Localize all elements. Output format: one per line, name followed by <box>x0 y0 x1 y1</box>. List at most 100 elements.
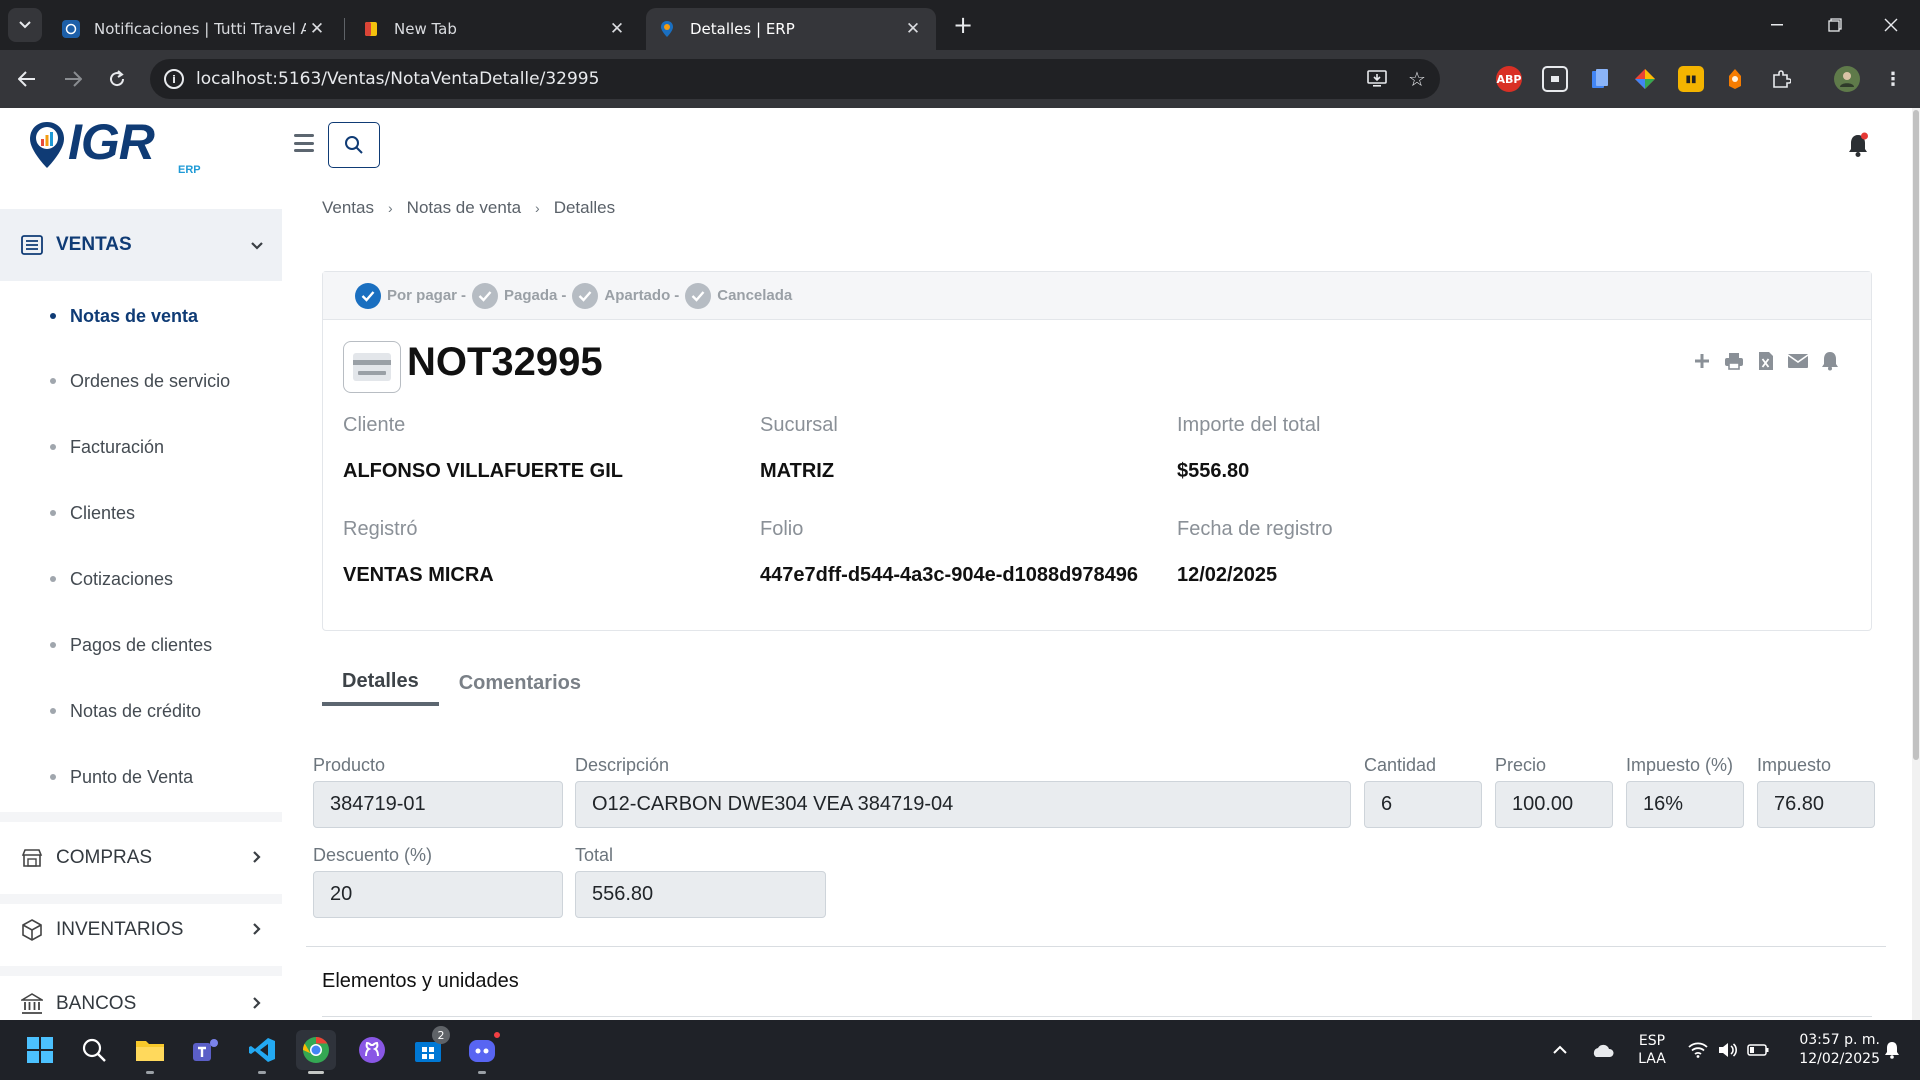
check-circle-icon <box>472 282 499 309</box>
volume-icon[interactable] <box>1714 1020 1742 1080</box>
breadcrumb: Ventas › Notas de venta › Detalles <box>322 198 615 218</box>
battery-icon[interactable] <box>1744 1020 1772 1080</box>
print-icon[interactable] <box>1723 350 1745 372</box>
sidebar-item-label: Facturación <box>70 436 165 457</box>
status-step-label: Apartado <box>604 287 671 304</box>
igr-favicon <box>658 20 676 38</box>
clock-time: 03:57 p. m. <box>1799 1032 1880 1048</box>
close-tab-icon[interactable]: ✕ <box>306 18 328 40</box>
bookmark-star-icon[interactable]: ☆ <box>1400 62 1434 96</box>
install-app-icon[interactable] <box>1360 62 1394 96</box>
forward-button[interactable] <box>56 62 90 96</box>
minimize-button[interactable] <box>1748 0 1806 50</box>
profile-avatar[interactable] <box>1834 66 1860 92</box>
store-icon[interactable]: 2 <box>408 1026 450 1070</box>
plus-icon[interactable] <box>1691 350 1713 372</box>
sidebar-section-compras[interactable]: COMPRAS <box>0 822 282 894</box>
restore-button[interactable] <box>1806 0 1864 50</box>
sidebar-section-bancos[interactable]: BANCOS <box>0 968 282 1020</box>
excel-icon[interactable] <box>1755 350 1777 372</box>
tab-comentarios[interactable]: Comentarios <box>439 660 601 706</box>
browser-tab-detalles[interactable]: Detalles | ERP ✕ <box>646 8 936 50</box>
bell-icon[interactable] <box>1819 350 1841 372</box>
new-tab-button[interactable]: + <box>948 10 978 40</box>
clock[interactable]: 03:57 p. m. 12/02/2025 <box>1780 1020 1880 1080</box>
show-hidden-icons[interactable] <box>1540 1020 1580 1080</box>
browser-tab-new-tab[interactable]: New Tab ✕ <box>350 8 640 50</box>
extension-icon[interactable]: ▮▮ <box>1678 66 1704 92</box>
impuesto-pct-field[interactable]: 16% <box>1626 781 1744 828</box>
app-header: IGR ERP <box>0 108 1920 180</box>
registro-label: Registró <box>343 518 418 540</box>
close-tab-icon[interactable]: ✕ <box>902 18 924 40</box>
sidebar-item-label: Notas de venta <box>70 305 199 326</box>
descuento-label: Descuento (%) <box>313 845 433 865</box>
close-tab-icon[interactable]: ✕ <box>606 18 628 40</box>
teams-icon[interactable] <box>186 1030 226 1070</box>
close-window-button[interactable] <box>1862 0 1920 50</box>
menu-toggle-icon[interactable] <box>294 134 314 152</box>
tab-title: Detalles | ERP <box>690 20 795 38</box>
search-button[interactable] <box>328 122 380 168</box>
chevron-down-icon <box>242 236 272 255</box>
notifications-bell-icon[interactable] <box>1846 132 1870 158</box>
scrollbar-thumb[interactable] <box>1913 110 1919 760</box>
sidebar-item-label: Notas de crédito <box>70 700 202 721</box>
sidebar-item-cotizaciones[interactable]: Cotizaciones <box>50 564 173 594</box>
bullet <box>50 774 56 780</box>
windows-start-icon[interactable] <box>20 1030 60 1070</box>
notification-center-icon[interactable] <box>1874 1020 1910 1080</box>
sidebar-item-facturacion[interactable]: Facturación <box>50 432 164 462</box>
impuesto-field[interactable]: 76.80 <box>1757 781 1875 828</box>
url-text[interactable]: localhost:5163/Ventas/NotaVentaDetalle/3… <box>196 69 1360 89</box>
color-picker-icon[interactable] <box>1632 66 1658 92</box>
back-button[interactable] <box>10 62 44 96</box>
vscode-icon[interactable] <box>242 1030 282 1074</box>
more-menu-icon[interactable]: ⋮ <box>1880 66 1906 92</box>
mail-icon[interactable] <box>1787 350 1809 372</box>
breadcrumb-notas-de-venta[interactable]: Notas de venta <box>407 198 521 218</box>
reload-button[interactable] <box>100 62 134 96</box>
fox-extension-icon[interactable] <box>1722 66 1748 92</box>
input-language[interactable]: ESP LAA <box>1630 1020 1674 1080</box>
address-bar[interactable]: i localhost:5163/Ventas/NotaVentaDetalle… <box>150 59 1440 99</box>
sidebar-section-ventas[interactable]: VENTAS <box>0 209 282 281</box>
github-desktop-icon[interactable] <box>352 1030 392 1070</box>
page-scrollbar[interactable] <box>1912 108 1920 1020</box>
cantidad-field[interactable]: 6 <box>1364 781 1482 828</box>
onedrive-icon[interactable] <box>1584 1020 1620 1080</box>
breadcrumb-ventas[interactable]: Ventas <box>322 198 374 218</box>
sidebar-section-inventarios[interactable]: INVENTARIOS <box>0 894 282 966</box>
importe-label: Importe del total <box>1177 414 1321 436</box>
total-field[interactable]: 556.80 <box>575 871 826 918</box>
producto-field[interactable]: 384719-01 <box>313 781 563 828</box>
igr-logo[interactable]: IGR ERP <box>28 117 201 176</box>
tab-detalles[interactable]: Detalles <box>322 660 439 706</box>
browser-tab-notificaciones[interactable]: Notificaciones | Tutti Travel Age ✕ <box>50 8 340 50</box>
discord-icon[interactable] <box>462 1030 502 1074</box>
precio-field[interactable]: 100.00 <box>1495 781 1613 828</box>
adblock-icon[interactable]: ABP <box>1496 66 1522 92</box>
sidebar-item-notas-de-credito[interactable]: Notas de crédito <box>50 696 201 726</box>
chrome-icon[interactable] <box>296 1030 336 1074</box>
docs-extension-icon[interactable] <box>1587 66 1613 92</box>
site-info-icon[interactable]: i <box>164 69 184 89</box>
sidebar-item-notas-de-venta[interactable]: Notas de venta <box>50 301 198 331</box>
descripcion-field[interactable]: O12-CARBON DWE304 VEA 384719-04 <box>575 781 1351 828</box>
file-explorer-icon[interactable] <box>130 1030 170 1074</box>
bullet <box>50 444 56 450</box>
sidebar-item-clientes[interactable]: Clientes <box>50 498 135 528</box>
search-icon[interactable] <box>74 1030 114 1070</box>
wifi-icon[interactable] <box>1684 1020 1712 1080</box>
tab-search-button[interactable] <box>8 8 42 42</box>
sidebar-item-ordenes-de-servicio[interactable]: Ordenes de servicio <box>50 366 230 396</box>
registro-value: VENTAS MICRA <box>343 564 494 586</box>
extensions-puzzle-icon[interactable] <box>1768 66 1794 92</box>
running-indicator <box>478 1071 486 1074</box>
screen-capture-icon[interactable] <box>1542 66 1568 92</box>
sidebar-item-punto-de-venta[interactable]: Punto de Venta <box>50 762 193 792</box>
chevron-right-icon <box>242 849 272 868</box>
sidebar-item-pagos-de-clientes[interactable]: Pagos de clientes <box>50 630 212 660</box>
descuento-field[interactable]: 20 <box>313 871 563 918</box>
minimize-icon <box>1771 24 1783 26</box>
